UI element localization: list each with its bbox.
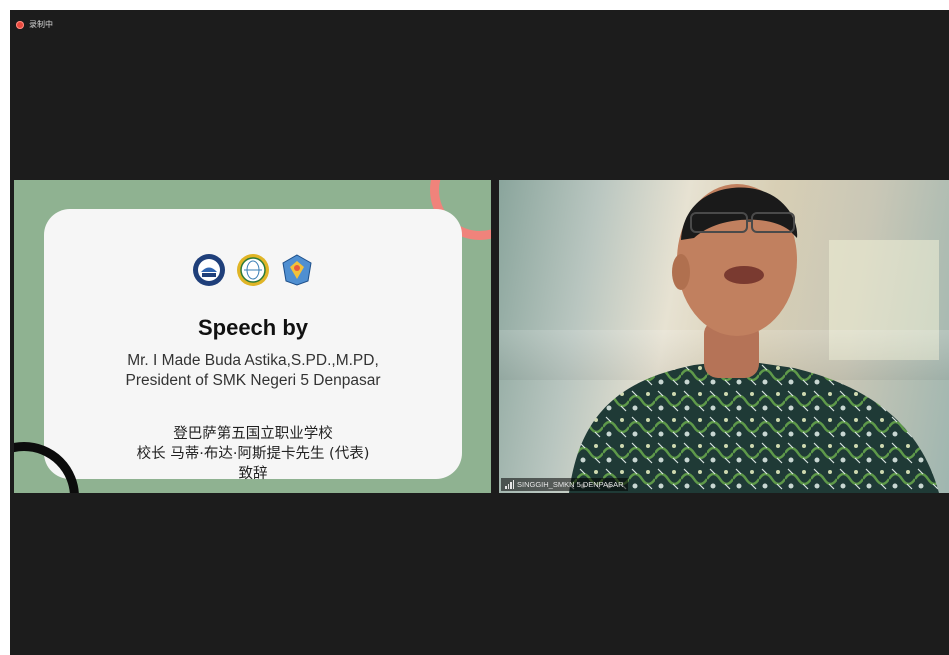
chinese-line-3: 致辞: [238, 466, 268, 482]
speaker-name-line: Mr. I Made Buda Astika,S.PD.,M.PD,: [127, 352, 379, 369]
chinese-line-1: 登巴萨第五国立职业学校: [173, 426, 333, 442]
center-emblem-logo: [236, 253, 270, 287]
recording-indicator[interactable]: 录制中: [16, 19, 53, 30]
university-seal-logo: [192, 253, 226, 287]
shared-slide-tile[interactable]: Speech by Mr. I Made Buda Astika,S.PD.,M…: [14, 180, 491, 493]
participant-name: SINGGIH_SMKN 5 DENPASAR: [517, 480, 624, 489]
slide-title: Speech by: [197, 315, 309, 340]
slide-card: Speech by Mr. I Made Buda Astika,S.PD.,M…: [44, 209, 462, 482]
participant-video-tile[interactable]: SINGGIH_SMKN 5 DENPASAR: [499, 180, 949, 493]
participant-video-image: [569, 184, 939, 493]
chinese-caption: 登巴萨第五国立职业学校 校长 马蒂·布达·阿斯提卡先生 (代表) 致辞: [44, 424, 462, 484]
participant-nameplate: SINGGIH_SMKN 5 DENPASAR: [501, 478, 628, 491]
school-crest-logo: [280, 253, 314, 287]
chinese-line-2: 校长 马蒂·布达·阿斯提卡先生 (代表): [136, 446, 370, 462]
meeting-window: 录制中 Speech by Mr. I Made Buda Astika,S.P…: [10, 10, 949, 655]
recording-label: 录制中: [29, 20, 53, 29]
record-icon: [16, 20, 24, 29]
signal-bars-icon: [505, 480, 514, 489]
logo-row: [44, 253, 462, 287]
speaker-title-line: President of SMK Negeri 5 Denpasar: [125, 372, 381, 389]
speaker-details: Mr. I Made Buda Astika,S.PD.,M.PD, Presi…: [44, 351, 462, 391]
